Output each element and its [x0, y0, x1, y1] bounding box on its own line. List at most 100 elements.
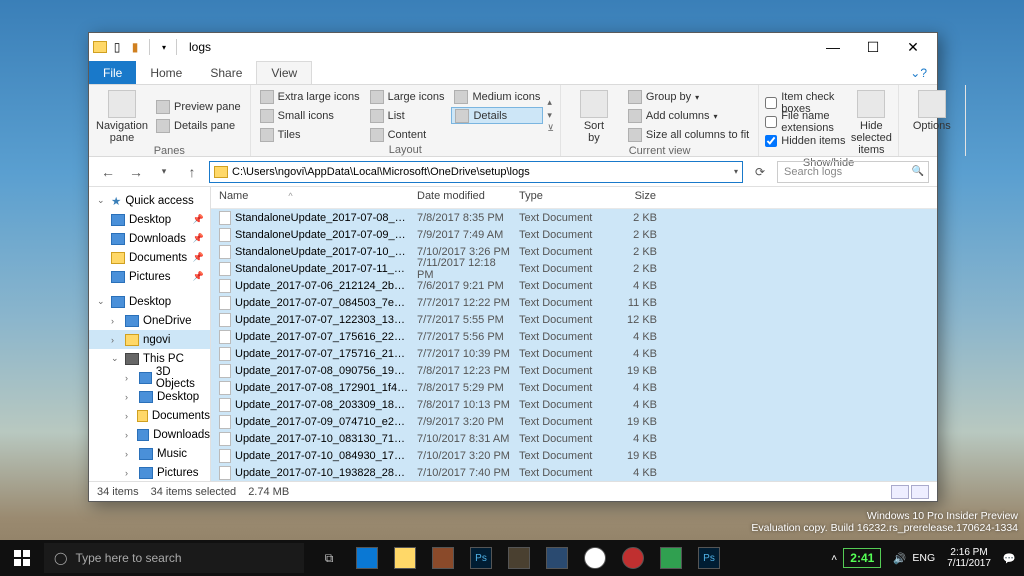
clock[interactable]: 2:16 PM 7/11/2017 [941, 547, 997, 569]
layout-tiles[interactable]: Tiles [257, 126, 363, 143]
col-type[interactable]: Type [511, 187, 605, 208]
tab-view[interactable]: View [256, 61, 312, 84]
file-row[interactable]: Update_2017-07-10_193828_28c8-26e07/10/2… [211, 464, 937, 481]
col-size[interactable]: Size [605, 187, 665, 208]
tab-share[interactable]: Share [196, 61, 256, 84]
qat-dropdown-icon[interactable]: ▾ [156, 39, 172, 55]
file-row[interactable]: Update_2017-07-07_084503_7e8-33c7/7/2017… [211, 294, 937, 311]
nav-desktop-root[interactable]: ⌄Desktop [89, 292, 210, 311]
nav-documents[interactable]: Documents📌 [89, 248, 210, 267]
task-app-5[interactable] [500, 540, 538, 576]
task-app-6[interactable] [538, 540, 576, 576]
nav-quick-access[interactable]: ⌄★Quick access [89, 191, 210, 210]
file-row[interactable]: Update_2017-07-10_083130_710-2bd87/10/20… [211, 430, 937, 447]
nav-pc-downloads[interactable]: ›Downloads [89, 425, 210, 444]
nav-pc-desktop[interactable]: ›Desktop [89, 387, 210, 406]
layout-large-icons[interactable]: Large icons [367, 88, 448, 105]
details-pane-button[interactable]: Details pane [153, 117, 244, 134]
nav-onedrive[interactable]: ›OneDrive [89, 311, 210, 330]
minimize-button[interactable]: — [813, 33, 853, 61]
nav-downloads[interactable]: Downloads📌 [89, 229, 210, 248]
group-by-button[interactable]: Group by ▾ [625, 89, 752, 106]
options-button[interactable]: Options [905, 88, 959, 141]
notifications-icon[interactable]: 💬 [1003, 552, 1016, 565]
layout-xl-icons[interactable]: Extra large icons [257, 88, 363, 105]
task-app-2[interactable] [386, 540, 424, 576]
add-columns-button[interactable]: Add columns ▾ [625, 108, 752, 125]
nav-user-ngovi[interactable]: ›ngovi [89, 330, 210, 349]
maximize-button[interactable]: ☐ [853, 33, 893, 61]
language-indicator[interactable]: ENG [912, 552, 935, 564]
file-row[interactable]: StandaloneUpdate_2017-07-09_074946_2...7… [211, 226, 937, 243]
start-button[interactable] [0, 540, 44, 576]
file-extensions-checkbox[interactable]: File name extensions [765, 114, 847, 131]
tab-file[interactable]: File [89, 61, 136, 84]
qat-newfolder-icon[interactable]: ▮ [127, 39, 143, 55]
nav-pc-music[interactable]: ›Music [89, 444, 210, 463]
file-row[interactable]: Update_2017-07-07_122303_136c-2487/7/201… [211, 311, 937, 328]
layout-small-icons[interactable]: Small icons [257, 107, 363, 124]
file-row[interactable]: Update_2017-07-07_175716_218c-21907/7/20… [211, 345, 937, 362]
layout-content[interactable]: Content [367, 126, 448, 143]
file-row[interactable]: Update_2017-07-10_084930_170c-11707/10/2… [211, 447, 937, 464]
address-input[interactable]: C:\Users\ngovi\AppData\Local\Microsoft\O… [209, 161, 743, 183]
file-row[interactable]: Update_2017-07-08_203309_1838-5147/8/201… [211, 396, 937, 413]
layout-scroll-up[interactable]: ▴ [547, 97, 554, 108]
recent-dropdown[interactable]: ▾ [153, 161, 175, 183]
forward-button[interactable]: → [125, 161, 147, 183]
file-row[interactable]: StandaloneUpdate_2017-07-08_203536_b...7… [211, 209, 937, 226]
text-file-icon [219, 415, 231, 429]
volume-icon[interactable]: 🔊 [893, 552, 906, 565]
task-app-1[interactable] [348, 540, 386, 576]
task-app-3[interactable] [424, 540, 462, 576]
sort-by-button[interactable]: Sort by [567, 88, 621, 144]
col-name[interactable]: Name^ [211, 187, 409, 208]
qat-properties-icon[interactable]: ▯ [109, 39, 125, 55]
nav-pc-pictures[interactable]: ›Pictures [89, 463, 210, 481]
tab-home[interactable]: Home [136, 61, 196, 84]
layout-expand[interactable]: ⊻ [547, 123, 554, 134]
tray-chevron-up-icon[interactable]: ˄ [831, 552, 837, 564]
taskbar-search[interactable]: ◯ Type here to search [44, 543, 304, 573]
file-list[interactable]: StandaloneUpdate_2017-07-08_203536_b...7… [211, 209, 937, 481]
task-view-button[interactable]: ⧉ [310, 540, 348, 576]
nav-desktop[interactable]: Desktop📌 [89, 210, 210, 229]
item-check-boxes-checkbox[interactable]: Item check boxes [765, 95, 847, 112]
task-photoshop-2[interactable]: Ps [690, 540, 728, 576]
layout-details[interactable]: Details [451, 107, 543, 124]
view-details-icon[interactable] [891, 485, 909, 499]
file-row[interactable]: Update_2017-07-06_212124_2b4c-29347/6/20… [211, 277, 937, 294]
file-row[interactable]: StandaloneUpdate_2017-07-11_121820_b...7… [211, 260, 937, 277]
file-row[interactable]: Update_2017-07-08_090756_1958-15907/8/20… [211, 362, 937, 379]
battery-indicator[interactable]: 2:41 [843, 548, 881, 568]
task-app-9[interactable] [652, 540, 690, 576]
up-button[interactable]: ↑ [181, 161, 203, 183]
file-row[interactable]: StandaloneUpdate_2017-07-10_152609_2...7… [211, 243, 937, 260]
back-button[interactable]: ← [97, 161, 119, 183]
search-input[interactable]: Search logs [777, 161, 929, 183]
file-row[interactable]: Update_2017-07-07_175616_2210-22147/7/20… [211, 328, 937, 345]
nav-3d-objects[interactable]: ›3D Objects [89, 368, 210, 387]
chevron-down-icon[interactable]: ▾ [734, 167, 738, 176]
layout-scroll-down[interactable]: ▾ [547, 110, 554, 121]
task-app-8[interactable] [614, 540, 652, 576]
nav-pc-documents[interactable]: ›Documents [89, 406, 210, 425]
size-columns-button[interactable]: Size all columns to fit [625, 127, 752, 144]
close-button[interactable]: ✕ [893, 33, 933, 61]
system-tray[interactable]: ˄ 2:41 🔊 ENG 2:16 PM 7/11/2017 💬 [823, 547, 1024, 569]
layout-list[interactable]: List [367, 107, 448, 124]
task-photoshop[interactable]: Ps [462, 540, 500, 576]
nav-pictures[interactable]: Pictures📌 [89, 267, 210, 286]
layout-medium-icons[interactable]: Medium icons [451, 88, 543, 105]
refresh-button[interactable]: ⟳ [749, 161, 771, 183]
preview-pane-button[interactable]: Preview pane [153, 98, 244, 115]
hide-selected-button[interactable]: Hide selected items [851, 88, 892, 156]
task-chrome[interactable] [576, 540, 614, 576]
view-icons-icon[interactable] [911, 485, 929, 499]
hidden-items-checkbox[interactable]: Hidden items [765, 133, 847, 150]
navigation-pane-button[interactable]: Navigation pane [95, 88, 149, 144]
col-date[interactable]: Date modified [409, 187, 511, 208]
ribbon-collapse-icon[interactable]: ⌄ ? [900, 61, 937, 84]
file-row[interactable]: Update_2017-07-08_172901_1f4c-21787/8/20… [211, 379, 937, 396]
file-row[interactable]: Update_2017-07-09_074710_e20-18807/9/201… [211, 413, 937, 430]
